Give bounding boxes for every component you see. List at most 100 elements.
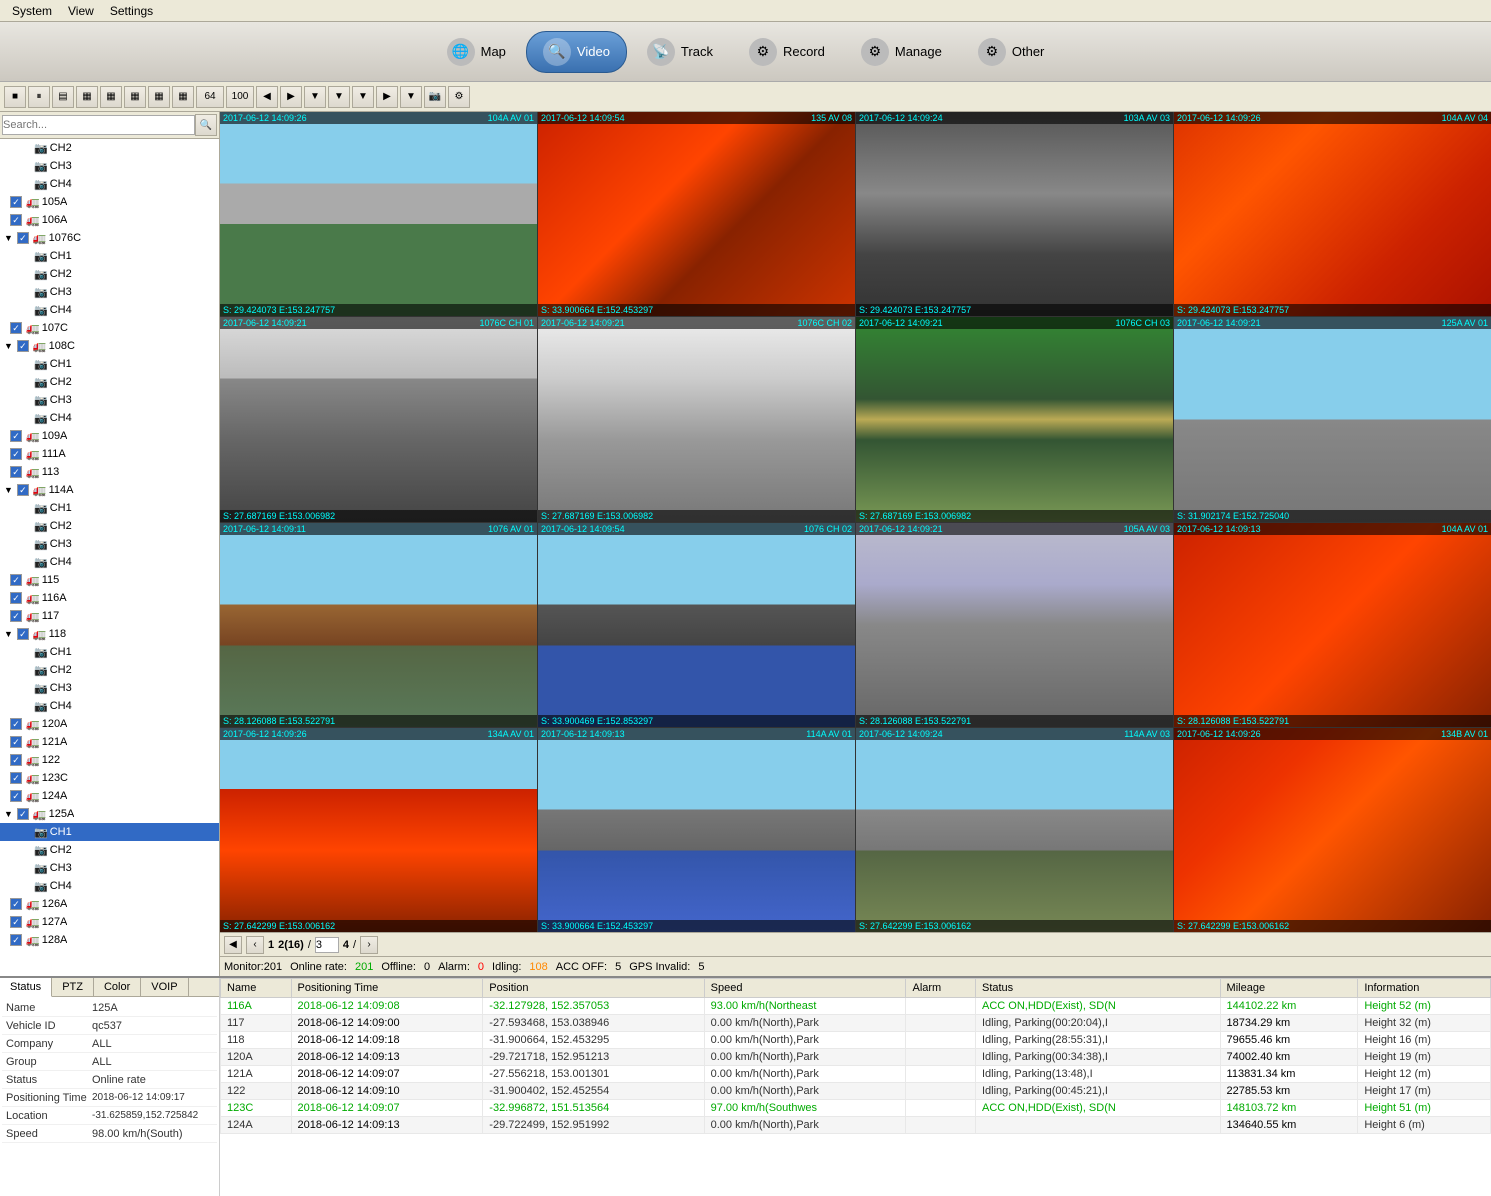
col-status[interactable]: Status: [975, 979, 1220, 998]
tree-checkbox[interactable]: ✓: [17, 232, 29, 244]
tb-dd3[interactable]: ▼: [352, 86, 374, 108]
tb-dd1[interactable]: ▼: [304, 86, 326, 108]
tree-item-108c[interactable]: ▼ ✓ 🚛 108C: [0, 337, 219, 355]
tree-checkbox[interactable]: ✓: [10, 736, 22, 748]
page-4[interactable]: 4: [343, 939, 349, 951]
page-1[interactable]: 1: [268, 939, 274, 951]
tree-item-127a[interactable]: ✓ 🚛 127A: [0, 913, 219, 931]
nav-record[interactable]: ⚙ Record: [733, 32, 841, 72]
tree-item-123c[interactable]: ✓ 🚛 123C: [0, 769, 219, 787]
nav-manage[interactable]: ⚙ Manage: [845, 32, 958, 72]
tree-checkbox[interactable]: ✓: [10, 466, 22, 478]
tree-checkbox[interactable]: ✓: [17, 628, 29, 640]
tree-item-120a[interactable]: ✓ 🚛 120A: [0, 715, 219, 733]
tb-grid2[interactable]: ▦: [76, 86, 98, 108]
video-cell-1[interactable]: 2017-06-12 14:09:26 104A AV 01 S: 29.424…: [220, 112, 537, 316]
tree-item-1076c-ch4[interactable]: 📷 CH4: [0, 301, 219, 319]
tree-item-108c-ch4[interactable]: 📷 CH4: [0, 409, 219, 427]
tree-checkbox[interactable]: ✓: [10, 610, 22, 622]
tb-snap[interactable]: 📷: [424, 86, 446, 108]
tree-item-113[interactable]: ✓ 🚛 113: [0, 463, 219, 481]
tree-checkbox[interactable]: ✓: [10, 322, 22, 334]
page-current[interactable]: 2(16): [278, 939, 304, 951]
nav-video[interactable]: 🔍 Video: [526, 31, 627, 73]
video-cell-7[interactable]: 2017-06-12 14:09:21 1076C CH 03 S: 27.68…: [856, 317, 1173, 521]
col-info[interactable]: Information: [1358, 979, 1491, 998]
tree-checkbox[interactable]: ✓: [17, 340, 29, 352]
tree-item-114a-ch1[interactable]: 📷 CH1: [0, 499, 219, 517]
tab-status[interactable]: Status: [0, 978, 52, 997]
tab-color[interactable]: Color: [94, 978, 141, 996]
tree-item-114a-ch3[interactable]: 📷 CH3: [0, 535, 219, 553]
tab-ptz[interactable]: PTZ: [52, 978, 94, 996]
tree-checkbox[interactable]: ✓: [10, 448, 22, 460]
tree-item-1076c-ch3[interactable]: 📷 CH3: [0, 283, 219, 301]
tree-checkbox[interactable]: ✓: [10, 196, 22, 208]
tree-item-108c-ch2[interactable]: 📷 CH2: [0, 373, 219, 391]
menu-system[interactable]: System: [4, 2, 60, 20]
tree-item-ch3[interactable]: 📷 CH3: [0, 157, 219, 175]
tb-grid5[interactable]: ▦: [148, 86, 170, 108]
tree-item-1076c-ch1[interactable]: 📷 CH1: [0, 247, 219, 265]
tree-checkbox[interactable]: ✓: [17, 808, 29, 820]
tree-item-118-ch1[interactable]: 📷 CH1: [0, 643, 219, 661]
tb-play[interactable]: ▶: [376, 86, 398, 108]
tree-checkbox[interactable]: ✓: [17, 484, 29, 496]
video-cell-16[interactable]: 2017-06-12 14:09:26 134B AV 01 S: 27.642…: [1174, 728, 1491, 932]
nav-other[interactable]: ⚙ Other: [962, 32, 1061, 72]
tree-item-ch4[interactable]: 📷 CH4: [0, 175, 219, 193]
page-first-btn[interactable]: ◀: [224, 936, 242, 954]
col-speed[interactable]: Speed: [704, 979, 906, 998]
tree-item-108c-ch3[interactable]: 📷 CH3: [0, 391, 219, 409]
tb-64[interactable]: 64: [196, 86, 224, 108]
tree-item-125a-ch3[interactable]: 📷 CH3: [0, 859, 219, 877]
tb-dd4[interactable]: ▼: [400, 86, 422, 108]
tree-checkbox[interactable]: ✓: [10, 772, 22, 784]
tree-item-118-ch4[interactable]: 📷 CH4: [0, 697, 219, 715]
video-cell-10[interactable]: 2017-06-12 14:09:54 1076 CH 02 S: 33.900…: [538, 523, 855, 727]
video-cell-6[interactable]: 2017-06-12 14:09:21 1076C CH 02 S: 27.68…: [538, 317, 855, 521]
tree-item-106a[interactable]: ✓ 🚛 106A: [0, 211, 219, 229]
tree-checkbox[interactable]: ✓: [10, 718, 22, 730]
table-panel[interactable]: Name Positioning Time Position Speed Ala…: [220, 978, 1491, 1196]
tree-item-108c-ch1[interactable]: 📷 CH1: [0, 355, 219, 373]
sidebar-tree[interactable]: 📷 CH2 📷 CH3 📷 CH4 ✓ 🚛 105A ✓: [0, 139, 219, 976]
video-cell-14[interactable]: 2017-06-12 14:09:13 114A AV 01 S: 33.900…: [538, 728, 855, 932]
col-name[interactable]: Name: [221, 979, 292, 998]
nav-map[interactable]: 🌐 Map: [431, 32, 522, 72]
tree-item-1076c-ch2[interactable]: 📷 CH2: [0, 265, 219, 283]
tree-item-124a[interactable]: ✓ 🚛 124A: [0, 787, 219, 805]
tb-100[interactable]: 100: [226, 86, 254, 108]
tree-item-118[interactable]: ▼ ✓ 🚛 118: [0, 625, 219, 643]
tree-checkbox[interactable]: ✓: [10, 214, 22, 226]
tree-item-111a[interactable]: ✓ 🚛 111A: [0, 445, 219, 463]
tb-prev2[interactable]: ◀: [256, 86, 278, 108]
tree-checkbox[interactable]: ✓: [10, 574, 22, 586]
tree-item-128a[interactable]: ✓ 🚛 128A: [0, 931, 219, 949]
tree-item-ch2[interactable]: 📷 CH2: [0, 139, 219, 157]
tb-more[interactable]: ⚙: [448, 86, 470, 108]
tree-item-109a[interactable]: ✓ 🚛 109A: [0, 427, 219, 445]
tree-item-114a-ch2[interactable]: 📷 CH2: [0, 517, 219, 535]
col-alarm[interactable]: Alarm: [906, 979, 976, 998]
tree-item-125a[interactable]: ▼ ✓ 🚛 125A: [0, 805, 219, 823]
col-postime[interactable]: Positioning Time: [291, 979, 483, 998]
table-row[interactable]: 120A 2018-06-12 14:09:13 -29.721718, 152…: [221, 1049, 1491, 1066]
tree-item-125a-ch4[interactable]: 📷 CH4: [0, 877, 219, 895]
tb-pause[interactable]: ⏸: [28, 86, 50, 108]
menu-view[interactable]: View: [60, 2, 102, 20]
tb-next2[interactable]: ▶: [280, 86, 302, 108]
nav-track[interactable]: 📡 Track: [631, 32, 729, 72]
tree-checkbox[interactable]: ✓: [10, 754, 22, 766]
table-row[interactable]: 121A 2018-06-12 14:09:07 -27.556218, 153…: [221, 1066, 1491, 1083]
tb-grid6[interactable]: ▦: [172, 86, 194, 108]
video-cell-9[interactable]: 2017-06-12 14:09:11 1076 AV 01 S: 28.126…: [220, 523, 537, 727]
page-prev-btn[interactable]: ‹: [246, 936, 264, 954]
tb-grid4[interactable]: ▦: [124, 86, 146, 108]
tree-checkbox[interactable]: ✓: [10, 790, 22, 802]
page-3[interactable]: [315, 937, 339, 953]
tree-item-118-ch3[interactable]: 📷 CH3: [0, 679, 219, 697]
page-input[interactable]: [315, 937, 339, 953]
tree-item-122[interactable]: ✓ 🚛 122: [0, 751, 219, 769]
tb-stop[interactable]: ■: [4, 86, 26, 108]
